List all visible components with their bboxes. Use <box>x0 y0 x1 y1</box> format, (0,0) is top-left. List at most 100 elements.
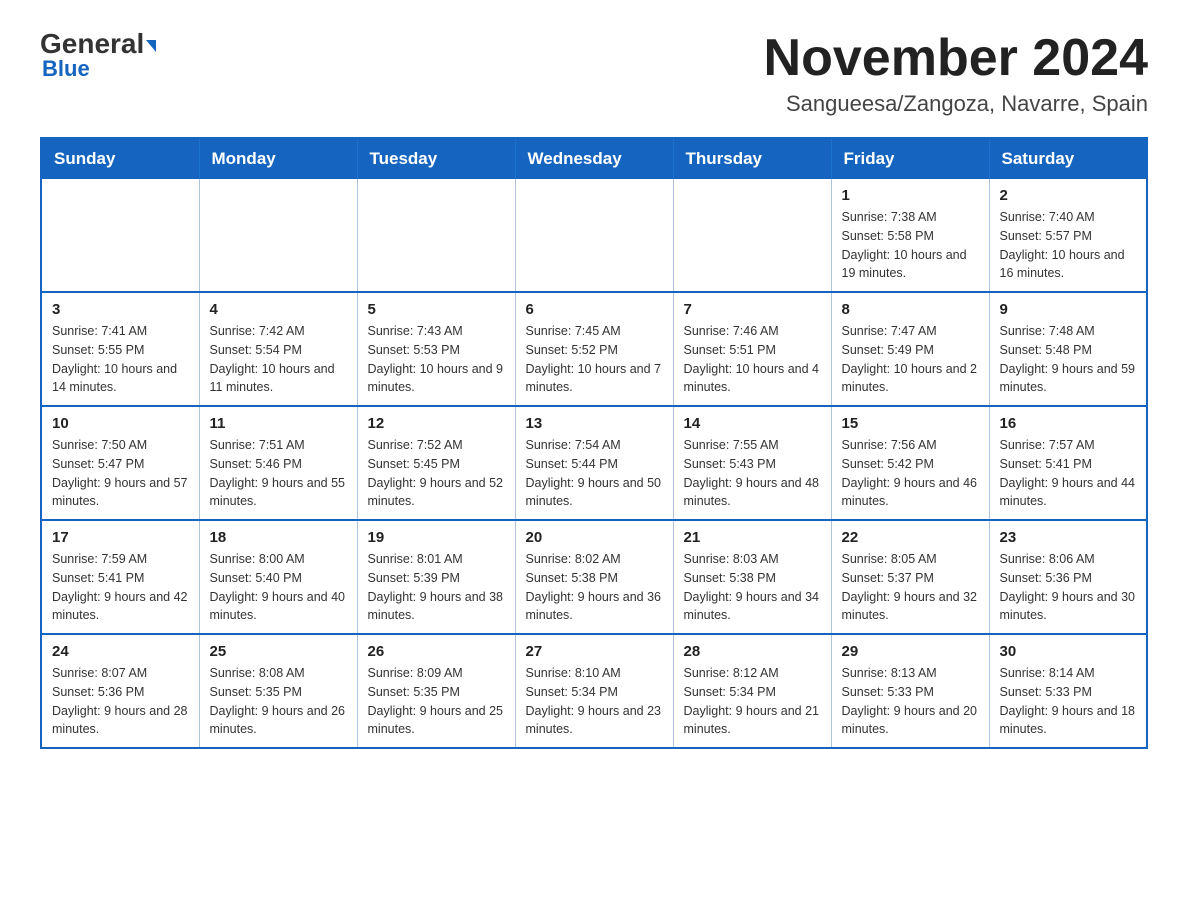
logo-blue-text: Blue <box>42 56 90 82</box>
day-info: Sunrise: 7:40 AMSunset: 5:57 PMDaylight:… <box>1000 208 1137 283</box>
day-number: 27 <box>526 643 663 660</box>
day-info: Sunrise: 7:55 AMSunset: 5:43 PMDaylight:… <box>684 436 821 511</box>
day-number: 25 <box>210 643 347 660</box>
day-info: Sunrise: 7:51 AMSunset: 5:46 PMDaylight:… <box>210 436 347 511</box>
calendar-day-cell: 30 Sunrise: 8:14 AMSunset: 5:33 PMDayligh… <box>989 634 1147 748</box>
logo-triangle-icon <box>146 40 156 52</box>
calendar-day-cell: 22 Sunrise: 8:05 AMSunset: 5:37 PMDayligh… <box>831 520 989 634</box>
day-number: 26 <box>368 643 505 660</box>
day-number: 8 <box>842 301 979 318</box>
day-number: 13 <box>526 415 663 432</box>
day-number: 9 <box>1000 301 1137 318</box>
header-row: Sunday Monday Tuesday Wednesday Thursday… <box>41 138 1147 179</box>
day-number: 2 <box>1000 187 1137 204</box>
calendar-day-cell <box>199 179 357 292</box>
calendar-day-cell: 2 Sunrise: 7:40 AMSunset: 5:57 PMDaylight… <box>989 179 1147 292</box>
calendar-day-cell: 13 Sunrise: 7:54 AMSunset: 5:44 PMDayligh… <box>515 406 673 520</box>
calendar-day-cell <box>673 179 831 292</box>
day-number: 19 <box>368 529 505 546</box>
day-number: 24 <box>52 643 189 660</box>
day-info: Sunrise: 8:07 AMSunset: 5:36 PMDaylight:… <box>52 664 189 739</box>
location-subtitle: Sangueesa/Zangoza, Navarre, Spain <box>764 91 1148 117</box>
day-info: Sunrise: 7:57 AMSunset: 5:41 PMDaylight:… <box>1000 436 1137 511</box>
calendar-week-row: 1 Sunrise: 7:38 AMSunset: 5:58 PMDaylight… <box>41 179 1147 292</box>
day-number: 11 <box>210 415 347 432</box>
calendar-day-cell: 3 Sunrise: 7:41 AMSunset: 5:55 PMDaylight… <box>41 292 199 406</box>
calendar-day-cell: 1 Sunrise: 7:38 AMSunset: 5:58 PMDaylight… <box>831 179 989 292</box>
day-info: Sunrise: 8:01 AMSunset: 5:39 PMDaylight:… <box>368 550 505 625</box>
day-info: Sunrise: 8:09 AMSunset: 5:35 PMDaylight:… <box>368 664 505 739</box>
header-wednesday: Wednesday <box>515 138 673 179</box>
calendar-day-cell: 28 Sunrise: 8:12 AMSunset: 5:34 PMDayligh… <box>673 634 831 748</box>
calendar-day-cell: 26 Sunrise: 8:09 AMSunset: 5:35 PMDayligh… <box>357 634 515 748</box>
calendar-day-cell: 9Sunrise: 7:48 AMSunset: 5:48 PMDaylight… <box>989 292 1147 406</box>
day-info: Sunrise: 8:00 AMSunset: 5:40 PMDaylight:… <box>210 550 347 625</box>
day-info: Sunrise: 8:12 AMSunset: 5:34 PMDaylight:… <box>684 664 821 739</box>
day-number: 22 <box>842 529 979 546</box>
calendar-week-row: 17 Sunrise: 7:59 AMSunset: 5:41 PMDayligh… <box>41 520 1147 634</box>
day-number: 5 <box>368 301 505 318</box>
header-thursday: Thursday <box>673 138 831 179</box>
calendar-day-cell: 20Sunrise: 8:02 AMSunset: 5:38 PMDayligh… <box>515 520 673 634</box>
day-info: Sunrise: 7:46 AMSunset: 5:51 PMDaylight:… <box>684 322 821 397</box>
day-number: 23 <box>1000 529 1137 546</box>
day-info: Sunrise: 8:02 AMSunset: 5:38 PMDaylight:… <box>526 550 663 625</box>
calendar-day-cell <box>515 179 673 292</box>
calendar-day-cell: 11 Sunrise: 7:51 AMSunset: 5:46 PMDayligh… <box>199 406 357 520</box>
day-number: 7 <box>684 301 821 318</box>
day-info: Sunrise: 8:14 AMSunset: 5:33 PMDaylight:… <box>1000 664 1137 739</box>
header-friday: Friday <box>831 138 989 179</box>
day-number: 16 <box>1000 415 1137 432</box>
day-info: Sunrise: 7:59 AMSunset: 5:41 PMDaylight:… <box>52 550 189 625</box>
day-info: Sunrise: 7:52 AMSunset: 5:45 PMDaylight:… <box>368 436 505 511</box>
day-info: Sunrise: 7:47 AMSunset: 5:49 PMDaylight:… <box>842 322 979 397</box>
calendar-day-cell: 29Sunrise: 8:13 AMSunset: 5:33 PMDayligh… <box>831 634 989 748</box>
calendar-week-row: 3 Sunrise: 7:41 AMSunset: 5:55 PMDaylight… <box>41 292 1147 406</box>
day-info: Sunrise: 7:38 AMSunset: 5:58 PMDaylight:… <box>842 208 979 283</box>
calendar-day-cell: 27 Sunrise: 8:10 AMSunset: 5:34 PMDayligh… <box>515 634 673 748</box>
calendar-day-cell: 17 Sunrise: 7:59 AMSunset: 5:41 PMDayligh… <box>41 520 199 634</box>
day-number: 12 <box>368 415 505 432</box>
day-info: Sunrise: 7:43 AMSunset: 5:53 PMDaylight:… <box>368 322 505 397</box>
calendar-day-cell: 21Sunrise: 8:03 AMSunset: 5:38 PMDayligh… <box>673 520 831 634</box>
calendar-day-cell: 19 Sunrise: 8:01 AMSunset: 5:39 PMDayligh… <box>357 520 515 634</box>
title-area: November 2024 Sangueesa/Zangoza, Navarre… <box>764 30 1148 117</box>
calendar-day-cell: 8 Sunrise: 7:47 AMSunset: 5:49 PMDaylight… <box>831 292 989 406</box>
header-tuesday: Tuesday <box>357 138 515 179</box>
calendar-day-cell: 24 Sunrise: 8:07 AMSunset: 5:36 PMDayligh… <box>41 634 199 748</box>
day-info: Sunrise: 8:05 AMSunset: 5:37 PMDaylight:… <box>842 550 979 625</box>
calendar-week-row: 24 Sunrise: 8:07 AMSunset: 5:36 PMDayligh… <box>41 634 1147 748</box>
calendar-day-cell: 4 Sunrise: 7:42 AMSunset: 5:54 PMDaylight… <box>199 292 357 406</box>
day-info: Sunrise: 7:41 AMSunset: 5:55 PMDaylight:… <box>52 322 189 397</box>
calendar-table: Sunday Monday Tuesday Wednesday Thursday… <box>40 137 1148 749</box>
day-number: 1 <box>842 187 979 204</box>
day-info: Sunrise: 7:50 AMSunset: 5:47 PMDaylight:… <box>52 436 189 511</box>
logo-general-text: General <box>40 30 156 58</box>
calendar-day-cell: 14Sunrise: 7:55 AMSunset: 5:43 PMDayligh… <box>673 406 831 520</box>
header-saturday: Saturday <box>989 138 1147 179</box>
day-number: 3 <box>52 301 189 318</box>
day-info: Sunrise: 8:03 AMSunset: 5:38 PMDaylight:… <box>684 550 821 625</box>
calendar-day-cell: 12 Sunrise: 7:52 AMSunset: 5:45 PMDayligh… <box>357 406 515 520</box>
day-info: Sunrise: 8:10 AMSunset: 5:34 PMDaylight:… <box>526 664 663 739</box>
header-sunday: Sunday <box>41 138 199 179</box>
day-number: 4 <box>210 301 347 318</box>
day-info: Sunrise: 7:54 AMSunset: 5:44 PMDaylight:… <box>526 436 663 511</box>
day-number: 17 <box>52 529 189 546</box>
day-number: 28 <box>684 643 821 660</box>
calendar-day-cell: 25 Sunrise: 8:08 AMSunset: 5:35 PMDayligh… <box>199 634 357 748</box>
calendar-day-cell <box>357 179 515 292</box>
day-info: Sunrise: 7:42 AMSunset: 5:54 PMDaylight:… <box>210 322 347 397</box>
calendar-day-cell <box>41 179 199 292</box>
calendar-day-cell: 15Sunrise: 7:56 AMSunset: 5:42 PMDayligh… <box>831 406 989 520</box>
calendar-day-cell: 23Sunrise: 8:06 AMSunset: 5:36 PMDayligh… <box>989 520 1147 634</box>
page-header: General Blue November 2024 Sangueesa/Zan… <box>40 30 1148 117</box>
day-number: 18 <box>210 529 347 546</box>
calendar-day-cell: 16 Sunrise: 7:57 AMSunset: 5:41 PMDayligh… <box>989 406 1147 520</box>
day-info: Sunrise: 7:56 AMSunset: 5:42 PMDaylight:… <box>842 436 979 511</box>
calendar-day-cell: 18 Sunrise: 8:00 AMSunset: 5:40 PMDayligh… <box>199 520 357 634</box>
day-info: Sunrise: 8:08 AMSunset: 5:35 PMDaylight:… <box>210 664 347 739</box>
day-number: 30 <box>1000 643 1137 660</box>
day-number: 6 <box>526 301 663 318</box>
calendar-day-cell: 10Sunrise: 7:50 AMSunset: 5:47 PMDayligh… <box>41 406 199 520</box>
